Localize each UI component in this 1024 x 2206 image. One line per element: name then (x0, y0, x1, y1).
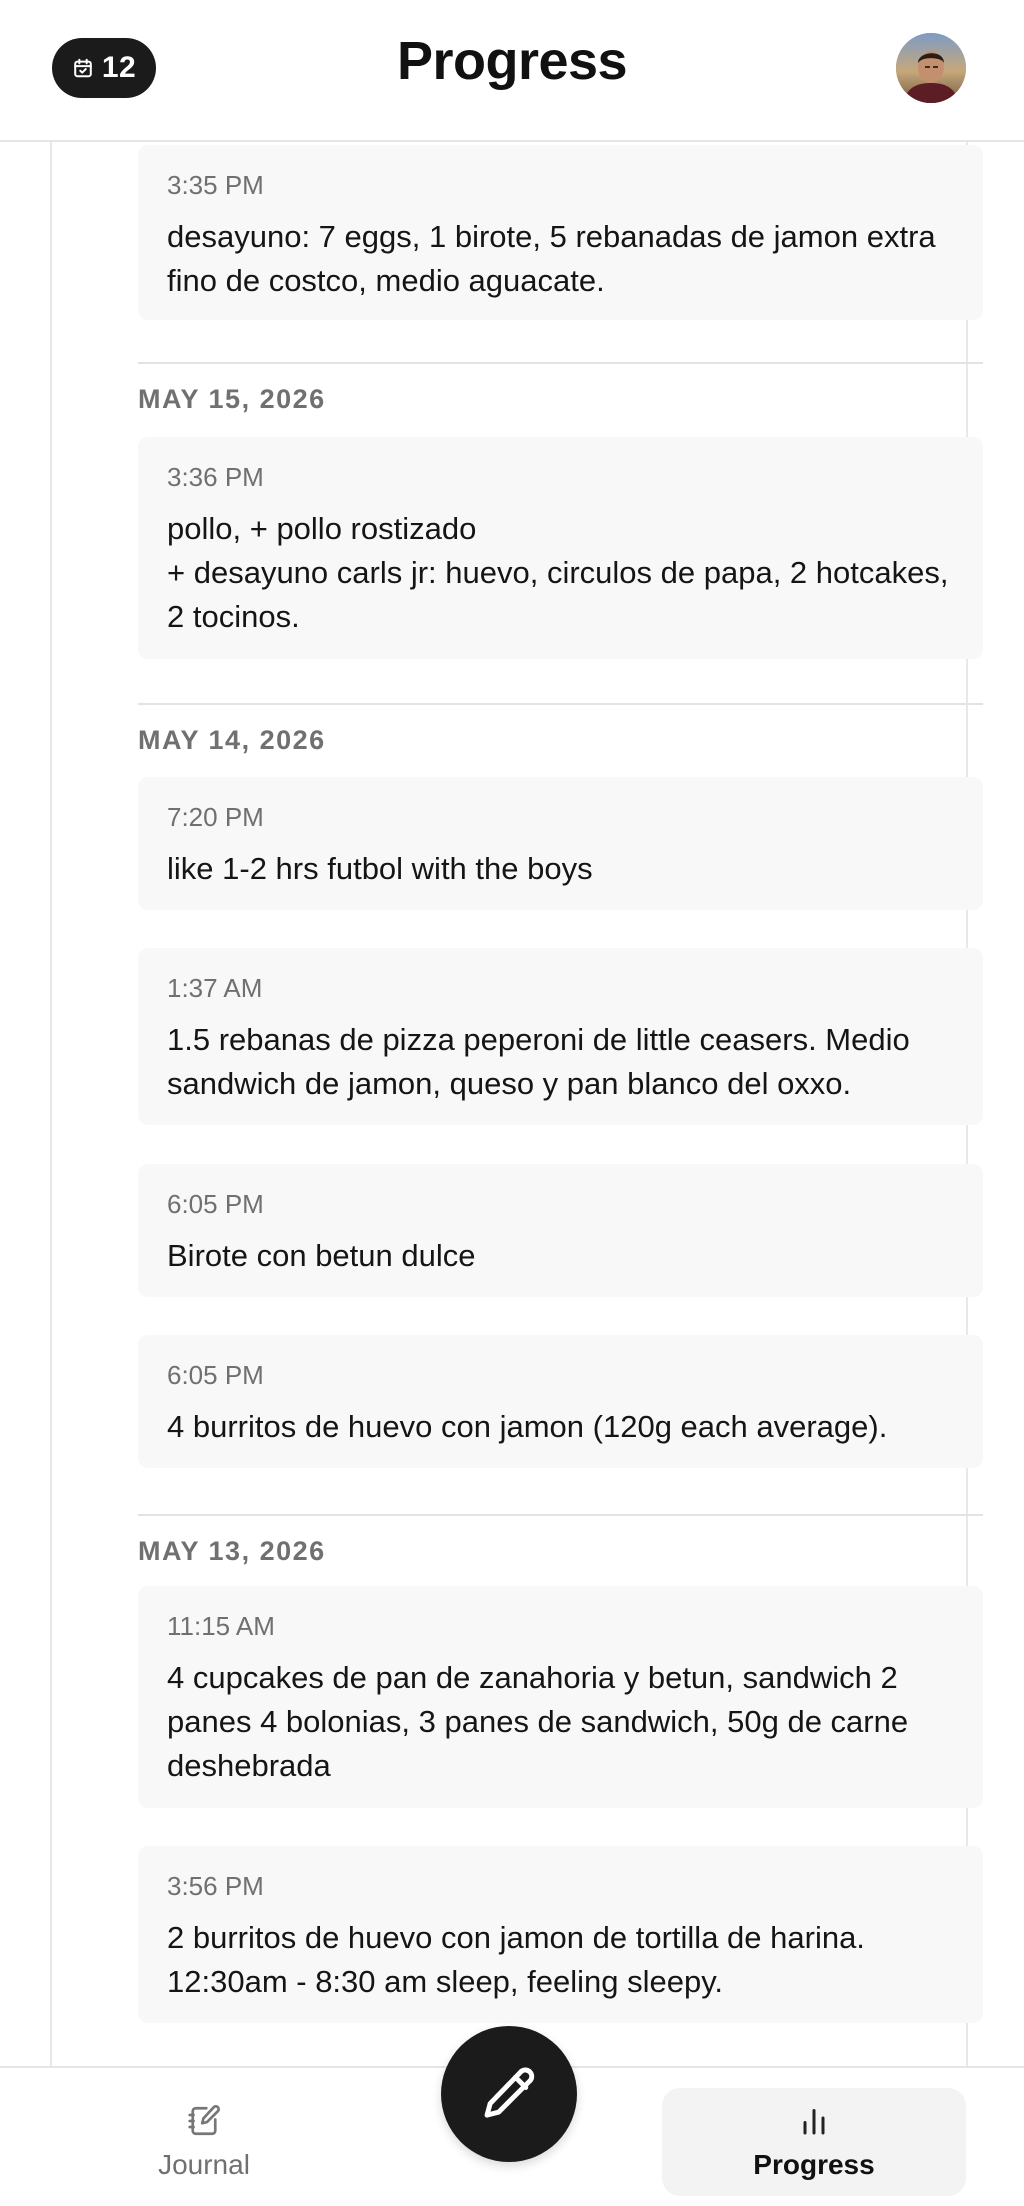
content-column: 3:35 PM desayuno: 7 eggs, 1 birote, 5 re… (50, 0, 983, 2204)
date-divider (138, 362, 983, 364)
date-label: MAY 14, 2026 (138, 725, 326, 755)
avatar[interactable] (896, 33, 966, 103)
entry-card[interactable]: 3:35 PM desayuno: 7 eggs, 1 birote, 5 re… (138, 145, 983, 320)
tab-journal-label: Journal (158, 2149, 250, 2180)
date-label: MAY 13, 2026 (138, 1536, 326, 1566)
tab-progress-label: Progress (753, 2149, 875, 2180)
entry-time: 3:56 PM (167, 1871, 264, 1901)
tab-journal[interactable]: Journal (52, 2088, 356, 2196)
bar-chart-icon (803, 2109, 825, 2135)
user-photo (896, 33, 966, 103)
entry-text: 4 cupcakes de pan de zanahoria y betun, … (167, 1660, 909, 1783)
entry-time: 1:37 AM (167, 973, 263, 1003)
date-divider (138, 1514, 983, 1516)
entry-time: 3:36 PM (167, 462, 264, 492)
entry-text: 2 burritos de huevo con jamon de tortill… (167, 1920, 865, 1999)
date-divider (138, 703, 983, 705)
entry-card[interactable]: 1:37 AM 1.5 rebanas de pizza peperoni de… (138, 948, 983, 1125)
tab-progress[interactable]: Progress (662, 2088, 966, 2196)
top-header: 12 Progress (0, 0, 1024, 142)
pencil-icon (484, 2067, 535, 2118)
entry-time: 3:35 PM (167, 170, 264, 200)
entry-card[interactable]: 7:20 PM like 1-2 hrs futbol with the boy… (138, 777, 983, 910)
entry-card[interactable]: 3:56 PM 2 burritos de huevo con jamon de… (138, 1846, 983, 2023)
entry-text: 1.5 rebanas de pizza peperoni de little … (167, 1022, 910, 1101)
entry-time: 11:15 AM (167, 1611, 275, 1641)
entry-card[interactable]: 11:15 AM 4 cupcakes de pan de zanahoria … (138, 1586, 983, 1808)
notebook-pen-icon (188, 2105, 220, 2136)
entry-time: 6:05 PM (167, 1360, 264, 1390)
entry-time: 6:05 PM (167, 1189, 264, 1219)
new-entry-button[interactable] (441, 2026, 577, 2162)
entry-text: desayuno: 7 eggs, 1 birote, 5 rebanadas … (167, 219, 936, 298)
entry-time: 7:20 PM (167, 802, 264, 832)
page-title: Progress (396, 31, 628, 91)
date-label: MAY 15, 2026 (138, 384, 326, 414)
entry-card[interactable]: 6:05 PM Birote con betun dulce (138, 1164, 983, 1297)
entry-card[interactable]: 6:05 PM 4 burritos de huevo con jamon (1… (138, 1335, 983, 1468)
entry-text: like 1-2 hrs futbol with the boys (167, 851, 593, 886)
entry-card[interactable]: 3:36 PM pollo, + pollo rostizado + desay… (138, 437, 983, 659)
entry-text: pollo, + pollo rostizado + desayuno carl… (167, 511, 949, 634)
entry-text: 4 burritos de huevo con jamon (120g each… (167, 1409, 888, 1444)
entry-text: Birote con betun dulce (167, 1238, 476, 1273)
